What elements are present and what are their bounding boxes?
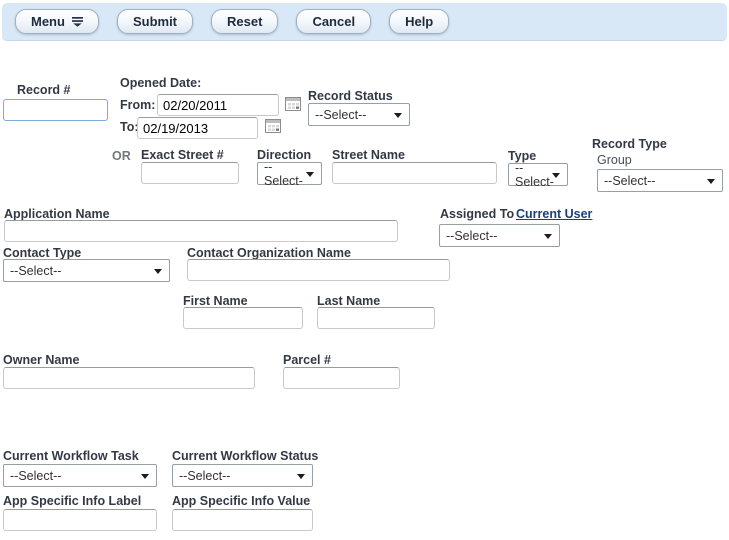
opened-date-to-label: To: <box>120 120 139 134</box>
contact-type-select-value: --Select-- <box>10 264 61 278</box>
chevron-down-icon <box>297 474 305 479</box>
assigned-to-label: Assigned To <box>440 207 514 221</box>
exact-street-number-label: Exact Street # <box>141 148 224 162</box>
toolbar: Menu Submit Reset Cancel Help <box>2 3 727 41</box>
cancel-button[interactable]: Cancel <box>296 9 371 34</box>
calendar-icon-from[interactable] <box>285 96 302 112</box>
contact-org-name-input[interactable] <box>187 259 450 281</box>
cancel-button-label: Cancel <box>312 14 355 29</box>
menu-button[interactable]: Menu <box>15 9 99 34</box>
exact-street-number-input[interactable] <box>141 162 239 184</box>
record-search-form: Menu Submit Reset Cancel Help Record # O… <box>0 0 729 540</box>
current-workflow-task-select-value: --Select-- <box>10 469 61 483</box>
contact-type-label: Contact Type <box>3 246 81 260</box>
record-type-label: Record Type <box>592 137 667 151</box>
assigned-to-select[interactable]: --Select-- <box>439 224 560 247</box>
contact-org-name-label: Contact Organization Name <box>187 246 351 260</box>
owner-name-label: Owner Name <box>3 353 79 367</box>
current-workflow-status-label: Current Workflow Status <box>172 449 318 463</box>
menu-button-label: Menu <box>31 14 65 29</box>
submit-button[interactable]: Submit <box>117 9 193 34</box>
application-name-label: Application Name <box>4 207 110 221</box>
chevron-down-icon <box>707 179 715 184</box>
first-name-label: First Name <box>183 294 248 308</box>
application-name-input[interactable] <box>4 220 398 242</box>
current-workflow-status-select[interactable]: --Select-- <box>172 464 313 487</box>
opened-date-from-label: From: <box>120 98 155 112</box>
chevron-down-icon <box>552 173 560 178</box>
last-name-input[interactable] <box>317 307 435 329</box>
chevron-down-icon <box>306 172 314 177</box>
record-type-group-select[interactable]: --Select-- <box>597 169 723 192</box>
chevron-down-icon <box>394 113 402 118</box>
current-user-link[interactable]: Current User <box>516 207 592 221</box>
help-button[interactable]: Help <box>389 9 449 34</box>
chevron-down-icon <box>154 269 162 274</box>
current-workflow-status-select-value: --Select-- <box>179 469 230 483</box>
direction-select[interactable]: --Select- <box>257 162 322 185</box>
last-name-label: Last Name <box>317 294 380 308</box>
current-workflow-task-select[interactable]: --Select-- <box>3 464 157 487</box>
parcel-number-label: Parcel # <box>283 353 331 367</box>
chevron-down-icon <box>544 234 552 239</box>
submit-button-label: Submit <box>133 14 177 29</box>
record-status-select-value: --Select-- <box>315 108 366 122</box>
help-button-label: Help <box>405 14 433 29</box>
app-specific-info-label-input[interactable] <box>3 509 157 531</box>
record-number-input[interactable] <box>3 99 108 121</box>
record-status-select[interactable]: --Select-- <box>308 103 410 126</box>
chevron-down-icon <box>141 474 149 479</box>
app-specific-info-label-label: App Specific Info Label <box>3 494 141 508</box>
street-name-input[interactable] <box>332 162 497 184</box>
menu-dropdown-icon <box>72 17 83 27</box>
direction-select-value: --Select- <box>264 160 303 188</box>
record-status-label: Record Status <box>308 89 393 103</box>
owner-name-input[interactable] <box>3 367 255 389</box>
opened-date-label: Opened Date: <box>120 76 201 90</box>
street-type-select[interactable]: --Select- <box>508 163 568 186</box>
app-specific-info-value-input[interactable] <box>172 509 313 531</box>
or-label: OR <box>112 149 131 163</box>
first-name-input[interactable] <box>183 307 303 329</box>
record-number-label: Record # <box>17 83 71 97</box>
app-specific-info-value-label: App Specific Info Value <box>172 494 310 508</box>
record-type-group-label: Group <box>597 153 632 167</box>
current-workflow-task-label: Current Workflow Task <box>3 449 139 463</box>
assigned-to-select-value: --Select-- <box>446 229 497 243</box>
contact-type-select[interactable]: --Select-- <box>3 259 170 282</box>
reset-button[interactable]: Reset <box>211 9 278 34</box>
opened-date-to-input[interactable] <box>137 117 258 139</box>
reset-button-label: Reset <box>227 14 262 29</box>
opened-date-from-input[interactable] <box>157 94 279 116</box>
street-type-select-value: --Select- <box>515 161 554 189</box>
street-name-label: Street Name <box>332 148 405 162</box>
parcel-number-input[interactable] <box>283 367 400 389</box>
record-type-group-select-value: --Select-- <box>604 174 655 188</box>
calendar-icon-to[interactable] <box>265 118 282 134</box>
